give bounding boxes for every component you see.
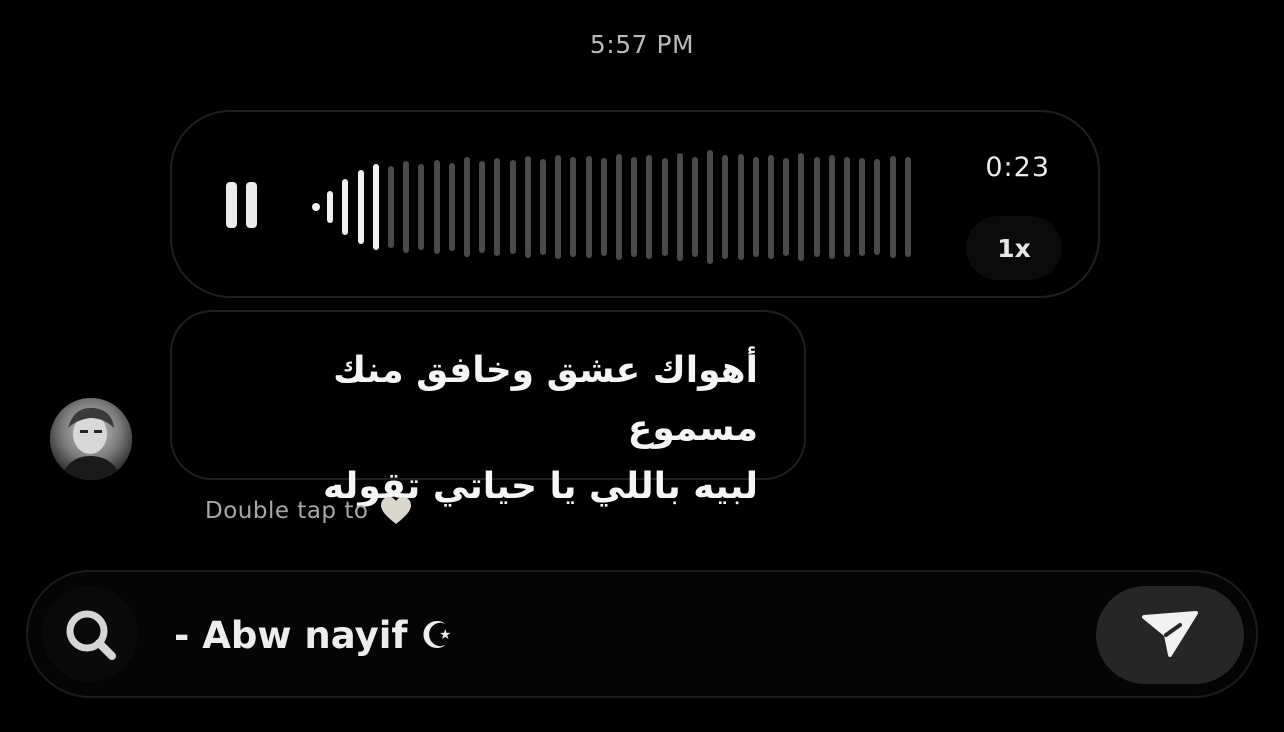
- waveform-bar: [889, 156, 896, 258]
- waveform-bar: [540, 159, 546, 255]
- waveform-bar: [737, 154, 744, 260]
- waveform-bar: [646, 155, 653, 259]
- search-icon: [42, 610, 138, 686]
- waveform-bar: [661, 158, 668, 256]
- waveform-bar: [859, 158, 866, 256]
- waveform-bar: [631, 157, 638, 257]
- voice-duration: 0:23: [985, 152, 1050, 183]
- message-text: أهواك عشق وخافق منك مسموع لبيه باللي يا …: [198, 342, 758, 516]
- playback-speed-button[interactable]: 1x: [966, 216, 1062, 280]
- pause-button[interactable]: [222, 178, 262, 230]
- send-button[interactable]: [1096, 586, 1244, 684]
- message-line-1: أهواك عشق وخافق منك مسموع: [333, 350, 758, 449]
- message-composer: [26, 570, 1258, 698]
- waveform-bar: [798, 153, 805, 261]
- waveform-bar: [616, 154, 622, 260]
- waveform-bar: [312, 203, 320, 211]
- message-input[interactable]: [172, 600, 1076, 670]
- waveform-bar: [448, 163, 455, 251]
- waveform-bar: [464, 157, 470, 257]
- waveform-bar: [509, 160, 516, 254]
- waveform-bar: [327, 191, 334, 223]
- waveform-bar: [707, 150, 714, 264]
- waveform-bar: [524, 156, 531, 258]
- voice-message-bubble[interactable]: 0:23 1x: [170, 110, 1100, 298]
- waveform-bar: [342, 179, 349, 235]
- waveform-bar: [752, 157, 759, 257]
- waveform-bar: [494, 158, 501, 256]
- audio-waveform[interactable]: [312, 132, 952, 282]
- waveform-bar: [828, 155, 835, 259]
- waveform-bar: [403, 161, 410, 253]
- avatar[interactable]: [50, 398, 132, 480]
- waveform-bar: [813, 157, 820, 257]
- text-message-bubble[interactable]: أهواك عشق وخافق منك مسموع لبيه باللي يا …: [170, 310, 806, 507]
- waveform-bar: [555, 155, 562, 259]
- waveform-bar: [479, 161, 486, 253]
- search-button[interactable]: [42, 586, 138, 682]
- waveform-bar: [783, 158, 790, 256]
- send-icon: [1140, 607, 1200, 663]
- message-timestamp: 5:57 PM: [589, 30, 695, 59]
- reaction-hint: Double tap to: [205, 496, 412, 526]
- heart-icon: [380, 496, 412, 526]
- waveform-bar: [372, 164, 379, 250]
- waveform-bar: [874, 159, 881, 255]
- waveform-bar: [570, 157, 577, 257]
- waveform-bar: [904, 157, 911, 257]
- waveform-bar: [692, 157, 698, 257]
- chat-screen: 5:57 PM 0:23 1x أهواك عشق وخافق منك مسمو…: [0, 0, 1284, 732]
- waveform-bar: [357, 170, 364, 244]
- waveform-bar: [600, 158, 607, 256]
- waveform-bar: [676, 153, 683, 261]
- waveform-bar: [585, 156, 592, 258]
- waveform-bar: [722, 155, 729, 259]
- waveform-bar: [768, 155, 774, 259]
- waveform-bar: [388, 166, 394, 248]
- reaction-hint-label: Double tap to: [205, 498, 369, 524]
- waveform-bar: [844, 157, 850, 257]
- waveform-bar: [433, 160, 440, 254]
- waveform-bar: [418, 164, 425, 250]
